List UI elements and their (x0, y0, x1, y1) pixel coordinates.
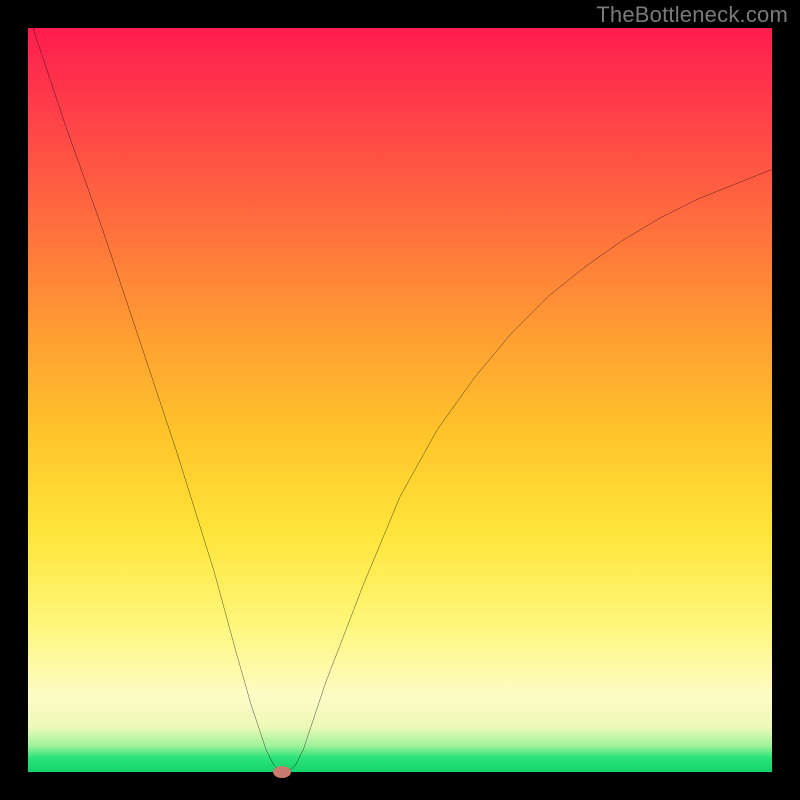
curve-path (28, 13, 772, 772)
watermark-text: TheBottleneck.com (596, 2, 788, 28)
chart-frame: TheBottleneck.com (0, 0, 800, 800)
minimum-marker (273, 766, 291, 778)
bottleneck-curve (28, 28, 772, 772)
